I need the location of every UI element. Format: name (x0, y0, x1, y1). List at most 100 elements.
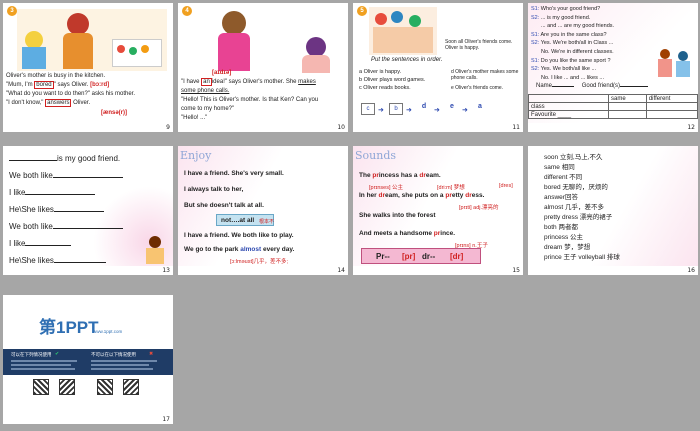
slide-thumbnail-13[interactable]: is my good friend. We both like I like H… (3, 146, 173, 275)
slide-thumbnail-10[interactable]: 4 [aɪdɪə] "I have an idea!" says Oliver's… (178, 3, 348, 132)
slide-number: 9 (166, 124, 170, 131)
vocab-item: almost 几乎，差不多 (544, 204, 604, 211)
arrow-right-icon: ➜ (378, 107, 384, 114)
slide-thumbnail-9[interactable]: 3 Oliver's mother is busy in the kitchen… (3, 3, 173, 132)
story-line: "What do you want to do then?" asks his … (6, 91, 135, 97)
vocab-item: different 不同 (544, 174, 583, 181)
vocab-item: pretty dress 漂亮的裙子 (544, 214, 613, 221)
info-band: 可以在下列情况使用 ✔ 不可以在以下情况使用 ✖ (3, 349, 173, 375)
phonetic: [bɔ:rd] (90, 82, 110, 88)
option-d: d Oliver's mother makes some phone calls… (451, 69, 519, 81)
story-line: "Hello! This is Oliver's mother. Is that… (181, 97, 319, 103)
slide-title: Enjoy (180, 149, 212, 162)
vocab-item: answer回答 (544, 194, 578, 201)
slide-title: Sounds (355, 149, 397, 162)
story-line: "Mum, I'm bored " says Oliver. [bɔ:rd] (6, 81, 110, 89)
slide-thumbnail-15[interactable]: Sounds The princess has a dream. [prɪnse… (353, 146, 523, 275)
option-e: e Oliver's friends come. (451, 85, 504, 91)
story-line: Oliver's mother is busy in the kitchen. (6, 73, 106, 79)
slide-thumbnail-14[interactable]: Enjoy I have a friend. She's very small.… (178, 146, 348, 275)
story-line: come to my home?" (181, 106, 235, 112)
order-box: c (361, 103, 375, 115)
slide-number: 13 (162, 267, 170, 274)
story-line: "Hello! ..." (181, 115, 208, 121)
vocab-item: same 相同 (544, 164, 575, 171)
poem-line: We go to the park almost every day. (184, 246, 295, 253)
arrow-right-icon: ➜ (406, 107, 412, 114)
slide-thumbnail-11[interactable]: 5 Put the sentences in order. Soon all O… (353, 3, 523, 132)
phonetic: [aɪdɪə] (212, 70, 232, 76)
poem-line: I have a friend. We both like to play. (184, 232, 294, 239)
phonetic: [dri:m] 梦想 (437, 185, 465, 191)
qr-code-icon (59, 379, 75, 395)
order-box: d (421, 103, 427, 110)
story-line: "I don't know," answers Oliver. (6, 99, 91, 107)
vocab-item: soon 立刻,马上,不久 (544, 154, 603, 161)
logo-url: www.1ppt.com (93, 329, 123, 334)
poem-line: She walks into the forest (359, 212, 436, 219)
vocab-highlight: answers (45, 99, 72, 107)
qr-code-icon (33, 379, 49, 395)
slide-number: 15 (512, 267, 520, 274)
fill-line: He\She likes (9, 205, 104, 214)
poem-line: But she doesn't talk at all. (184, 202, 264, 209)
option-a: a Oliver is happy. (359, 69, 402, 75)
phonetic: [prɪnses] 公主 (369, 185, 404, 191)
dialog: S1: Who's your good friend? S2: ... is m… (531, 6, 615, 81)
exercise-title: Put the sentences in order. (371, 57, 443, 63)
fill-line: We both like (9, 222, 123, 231)
story-line: some phone calls. (181, 88, 230, 94)
vocab-item: princess 公主 (544, 234, 584, 241)
order-box: a (478, 103, 482, 110)
fill-line: I like (9, 239, 72, 248)
kitchen-illustration (17, 9, 167, 71)
slide-number: 11 (512, 124, 520, 131)
phonetic: [dres] (499, 183, 513, 189)
slide-badge: 4 (182, 6, 192, 16)
vocab-item: bored 无聊的，厌烦的 (544, 184, 608, 191)
slide-number: 16 (687, 267, 695, 274)
poem-line: I have a friend. She's very small. (184, 170, 284, 177)
slide-number: 14 (337, 267, 345, 274)
friends-illustration (369, 7, 437, 55)
story-line: "I have an idea!" says Oliver's mother. S… (181, 78, 316, 86)
friends-table: same different class Favourite ____ (528, 94, 698, 119)
slide-badge: 3 (7, 6, 17, 16)
order-box: e (450, 103, 454, 110)
poem-line: In her dream, she puts on a pretty dress… (359, 192, 485, 199)
vocab-highlight: an (201, 78, 212, 86)
phone-call-illustration (196, 7, 344, 73)
option-c: c Oliver reads books. (359, 85, 411, 91)
slide-thumbnail-12[interactable]: S1: Who's your good friend? S2: ... is m… (528, 3, 698, 132)
poem-line: The princess has a dream. (359, 172, 441, 179)
fill-line: We both like (9, 171, 123, 180)
poem-line: I always talk to her, (184, 186, 244, 193)
order-sequence: c ➜ b ➜ d ➜ e ➜ a (361, 101, 519, 117)
check-icon: ✔ (55, 351, 60, 357)
vocab-item: both 两者都 (544, 224, 578, 231)
phonetic: [prɪti] adj.漂亮的 (459, 205, 499, 211)
slide-thumbnail-17[interactable]: 第1PPT www.1ppt.com 可以在下列情况使用 ✔ 不可以在以下情况使… (3, 295, 173, 424)
cross-icon: ✖ (149, 351, 154, 357)
option-b: b Oliver plays word games. (359, 77, 426, 83)
slide-number: 10 (337, 124, 345, 131)
girl-illustration (143, 236, 169, 264)
order-box: b (389, 103, 403, 115)
phonetic: [ɔ:lməust]几乎，差不多; (230, 259, 289, 265)
qr-code-icon (123, 379, 139, 395)
slide-number: 12 (687, 124, 695, 131)
picture-caption: Soon all Oliver's friends come. Oliver i… (445, 39, 513, 51)
slide-number: 17 (162, 416, 170, 423)
slide-badge: 5 (357, 6, 367, 16)
phonetic: [ænsə(r)] (101, 110, 128, 116)
vocab-item: dream 梦，梦想 (544, 244, 591, 251)
fill-line: is my good friend. (9, 154, 120, 163)
table-header: Name Good friend(s) (536, 83, 649, 89)
fill-line: I like (9, 188, 96, 197)
slide-thumbnail-16[interactable]: soon 立刻,马上,不久 same 相同 different 不同 bored… (528, 146, 698, 275)
arrow-right-icon: ➜ (462, 107, 468, 114)
sound-box: Pr-- [pr] dr-- [dr] (361, 248, 481, 264)
arrow-right-icon: ➜ (434, 107, 440, 114)
vocab-item: prince 王子 volleyball 排球 (544, 254, 620, 261)
logo-text: 第1PPT (39, 318, 99, 337)
